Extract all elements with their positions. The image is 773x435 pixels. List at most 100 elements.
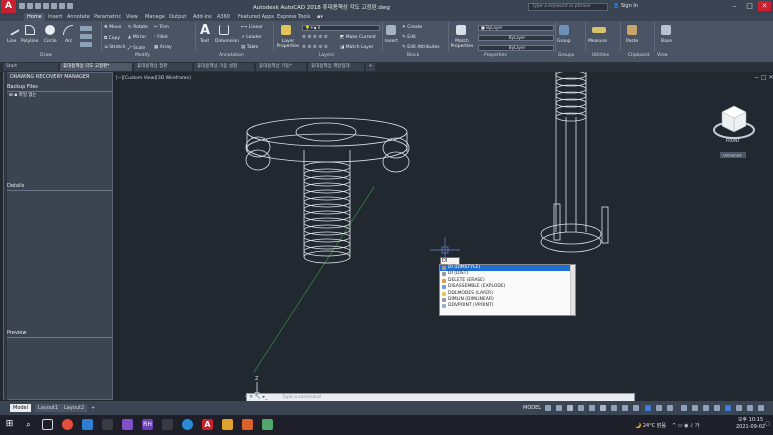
doc-tab-start[interactable]: Start: [3, 63, 58, 71]
sign-in-button[interactable]: 👤 Sign In: [613, 3, 638, 9]
rectangle-icon[interactable]: [80, 26, 92, 31]
messenger-icon[interactable]: [182, 419, 193, 430]
move-button[interactable]: ✥ Move: [104, 25, 121, 30]
viewcube[interactable]: [713, 105, 755, 139]
autocomplete-list[interactable]: DI (DIMSTYLE) DI (DIST) DELETE (ERASE) D…: [439, 264, 576, 316]
copy-button[interactable]: ⧉ Copy: [104, 35, 120, 41]
doc-tab[interactable]: 휴대용책상 책받침대: [308, 63, 364, 71]
open-icon[interactable]: [27, 3, 33, 9]
match-layer-button[interactable]: ◪ Match Layer: [340, 45, 373, 50]
arc-button[interactable]: Arc: [65, 39, 72, 44]
vscode-icon[interactable]: [82, 419, 93, 430]
backup-item[interactable]: ⊞ ▪ 파일 없는: [9, 92, 37, 98]
stretch-button[interactable]: ⇲ Stretch: [104, 45, 125, 50]
app-icon-4[interactable]: [242, 419, 253, 430]
doc-tab-active[interactable]: 휴대용책상 각도 고정판*: [60, 63, 132, 71]
tray-icons[interactable]: ^ ▭ ◉ ♪ 가: [672, 422, 699, 429]
autocad-taskbar-icon[interactable]: A: [202, 419, 213, 430]
details-header[interactable]: Details: [7, 183, 24, 189]
model-space-button[interactable]: MODEL: [523, 405, 541, 411]
otrack-icon[interactable]: [600, 405, 606, 411]
autocomplete-item[interactable]: DDVPOINT (VPOINT): [440, 303, 575, 309]
edit-button[interactable]: ✎ Edit: [402, 35, 416, 40]
region-icon[interactable]: [80, 42, 92, 47]
tab-layout2[interactable]: Layout2: [61, 404, 88, 412]
app-icon-2[interactable]: [162, 419, 173, 430]
backup-files-header[interactable]: Backup Files: [7, 84, 38, 90]
create-button[interactable]: ✦ Create: [402, 25, 422, 30]
annotation-visibility-icon[interactable]: [656, 405, 662, 411]
layers-panel-label[interactable]: Layers: [319, 53, 334, 58]
make-current-button[interactable]: ◩ Make Current: [340, 35, 376, 40]
trim-button[interactable]: ✂ Trim: [154, 25, 169, 30]
annotation-scale-icon[interactable]: [645, 405, 651, 411]
lineweight-icon[interactable]: [611, 405, 617, 411]
ortho-icon[interactable]: [567, 405, 573, 411]
notification-icon[interactable]: ▢: [765, 421, 771, 429]
linear-button[interactable]: ⟷ Linear: [241, 25, 263, 30]
leader-button[interactable]: ↗ Leader: [241, 35, 262, 40]
polyline-button[interactable]: Polyline: [21, 39, 38, 44]
annotation-panel-label[interactable]: Annotation: [219, 53, 244, 58]
text-button[interactable]: Text: [200, 39, 209, 44]
maximize-button[interactable]: □: [743, 1, 756, 11]
draw-panel-label[interactable]: Draw: [40, 53, 52, 58]
tab-annotate[interactable]: Annotate: [64, 13, 93, 21]
snap-icon[interactable]: [556, 405, 562, 411]
block-panel-label[interactable]: Block: [407, 53, 419, 58]
array-button[interactable]: ▦ Array: [154, 45, 172, 50]
clipboard-panel-label[interactable]: Clipboard: [628, 53, 650, 58]
tab-insert[interactable]: Insert: [45, 13, 65, 21]
transparency-icon[interactable]: [622, 405, 628, 411]
scale-button[interactable]: ⤢ Scale: [128, 45, 145, 51]
color-dropdown[interactable]: ■ ByLayer: [478, 25, 554, 31]
task-view-icon[interactable]: [42, 419, 53, 430]
hardware-accel-icon[interactable]: [725, 405, 731, 411]
add-layout-button[interactable]: +: [88, 404, 98, 412]
chrome-icon[interactable]: [62, 419, 73, 430]
tab-output[interactable]: Output: [166, 13, 189, 21]
new-icon[interactable]: [19, 3, 25, 9]
clean-screen-icon[interactable]: [736, 405, 742, 411]
linetype-dropdown[interactable]: ByLayer: [478, 35, 554, 41]
properties-panel-label[interactable]: Properties: [484, 53, 507, 58]
insert-button[interactable]: Insert: [385, 39, 398, 44]
tab-manage[interactable]: Manage: [142, 13, 168, 21]
app-menu-button[interactable]: A: [1, 0, 16, 13]
workspace-icon[interactable]: [681, 405, 687, 411]
search-input[interactable]: Type a keyword or phrase: [528, 3, 608, 11]
tab-express-tools[interactable]: Express Tools: [274, 13, 313, 21]
windows-start-icon[interactable]: ⊞: [4, 419, 15, 430]
dimension-button[interactable]: Dimension: [215, 39, 239, 44]
doc-tab[interactable]: 휴대용책상 기둥*: [256, 63, 306, 71]
measure-button[interactable]: Measure: [588, 39, 607, 44]
close-button[interactable]: ✕: [758, 1, 771, 11]
view-panel-label[interactable]: View: [657, 53, 668, 58]
add-icon[interactable]: [692, 405, 698, 411]
paste-button[interactable]: Paste: [626, 39, 638, 44]
layer-dropdown[interactable]: 💡☀▪ 0: [302, 25, 380, 31]
tab-featured-apps[interactable]: Featured Apps: [235, 13, 277, 21]
osnap-icon[interactable]: [589, 405, 595, 411]
tab-a360[interactable]: A360: [214, 13, 233, 21]
line-button[interactable]: Line: [7, 39, 16, 44]
edit-attributes-button[interactable]: ✎ Edit Attributes: [402, 45, 440, 50]
layer-properties-button[interactable]: Layer Properties: [276, 39, 300, 49]
layer-tool-icons-2[interactable]: ⚙ ⚙ ⚙ ⚙ ⚙: [302, 45, 328, 50]
new-tab-button[interactable]: +: [366, 63, 375, 71]
autocomplete-scrollbar[interactable]: [570, 265, 575, 315]
doc-tab[interactable]: 휴대용책상 접판: [134, 63, 192, 71]
status-menu-icon[interactable]: [758, 405, 764, 411]
rhino-icon[interactable]: RH: [142, 419, 153, 430]
circle-button[interactable]: Circle: [44, 39, 57, 44]
rotate-button[interactable]: ↻ Rotate: [128, 25, 148, 30]
preview-header[interactable]: Preview: [7, 330, 26, 336]
isolate-icon[interactable]: [714, 405, 720, 411]
fillet-button[interactable]: ◜ Fillet: [154, 35, 168, 40]
app-icon-5[interactable]: [262, 419, 273, 430]
save-as-icon[interactable]: [43, 3, 49, 9]
app-icon[interactable]: [102, 419, 113, 430]
palette-title-strip[interactable]: [4, 72, 7, 400]
grid-icon[interactable]: [545, 405, 551, 411]
visual-studio-icon[interactable]: [122, 419, 133, 430]
